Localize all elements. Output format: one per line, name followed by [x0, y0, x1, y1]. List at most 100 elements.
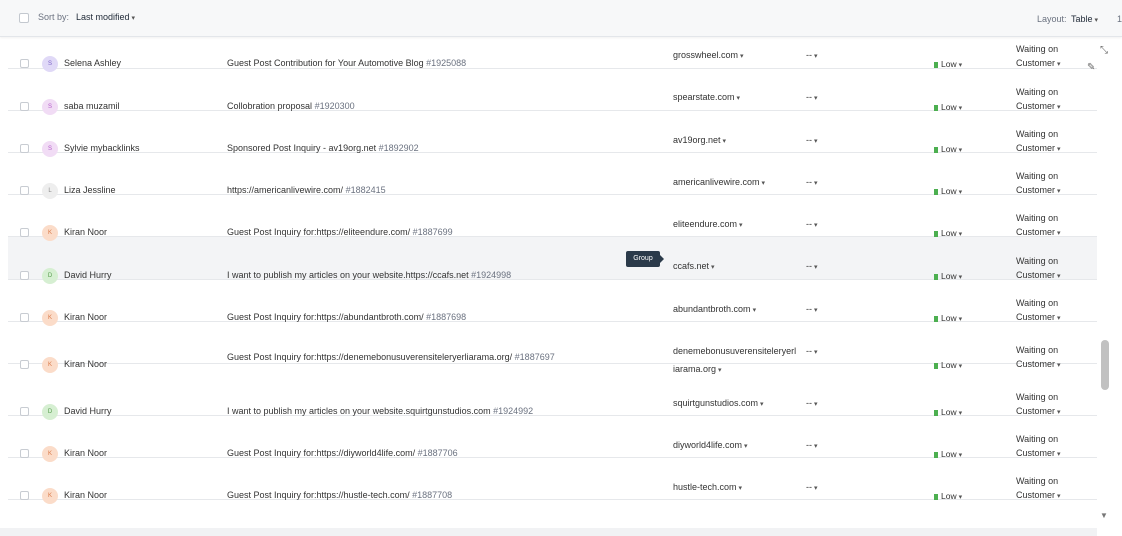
row-checkbox[interactable]: [20, 491, 29, 500]
ticket-subject[interactable]: Guest Post Contribution for Your Automot…: [227, 56, 607, 70]
domain-dropdown[interactable]: eliteendure.com ▾: [673, 215, 798, 235]
status-dropdown[interactable]: Waiting on Customer▾: [1016, 169, 1076, 199]
status-dropdown[interactable]: Waiting on Customer▾: [1016, 254, 1076, 284]
contact-name[interactable]: Kiran Noor: [64, 227, 107, 237]
priority-dropdown[interactable]: Low▾: [934, 360, 962, 370]
ticket-subject[interactable]: https://americanlivewire.com/ #1882415: [227, 183, 607, 197]
contact-name[interactable]: Selena Ashley: [64, 58, 121, 68]
contact-name[interactable]: saba muzamil: [64, 101, 120, 111]
priority-dropdown[interactable]: Low▾: [934, 186, 962, 196]
row-checkbox[interactable]: [20, 271, 29, 280]
ticket-id: #1887698: [426, 312, 467, 322]
contact-name[interactable]: Kiran Noor: [64, 490, 107, 500]
row-checkbox[interactable]: [20, 59, 29, 68]
ticket-id: #1924998: [471, 270, 512, 280]
priority-indicator-icon: [934, 146, 938, 153]
contact-name[interactable]: Kiran Noor: [64, 448, 107, 458]
chevron-down-icon: ▾: [739, 222, 743, 229]
domain-dropdown[interactable]: ccafs.net ▾: [673, 257, 798, 277]
assignee-dropdown[interactable]: --▾: [806, 261, 818, 271]
status-dropdown[interactable]: Waiting on Customer▾: [1016, 432, 1076, 462]
status-dropdown[interactable]: Waiting on Customer▾: [1016, 85, 1076, 115]
priority-dropdown[interactable]: Low▾: [934, 102, 962, 112]
contact-name[interactable]: Sylvie mybacklinks: [64, 143, 140, 153]
scroll-down-icon[interactable]: ▼: [1100, 511, 1108, 520]
sort-dropdown[interactable]: Last modified ▾: [76, 12, 135, 22]
assignee-dropdown[interactable]: --▾: [806, 135, 818, 145]
status-dropdown[interactable]: Waiting on Customer▾: [1016, 211, 1076, 241]
chevron-down-icon: ▾: [1057, 451, 1061, 458]
status-dropdown[interactable]: Waiting on Customer▾: [1016, 42, 1076, 72]
ticket-subject[interactable]: I want to publish my articles on your we…: [227, 268, 607, 282]
assignee-value: --: [806, 177, 812, 187]
edit-icon[interactable]: ✎: [1087, 62, 1095, 73]
domain-dropdown[interactable]: squirtgunstudios.com ▾: [673, 394, 798, 414]
status-dropdown[interactable]: Waiting on Customer▾: [1016, 296, 1076, 326]
ticket-subject[interactable]: I want to publish my articles on your we…: [227, 404, 607, 418]
status-line-1: Waiting on: [1016, 44, 1059, 54]
assignee-dropdown[interactable]: --▾: [806, 398, 818, 408]
chevron-down-icon: ▾: [958, 105, 963, 112]
priority-dropdown[interactable]: Low▾: [934, 491, 962, 501]
table-row[interactable]: K Kiran Noor Guest Post Inquiry for:https:…: [8, 476, 1097, 530]
contact-name[interactable]: Kiran Noor: [64, 359, 107, 369]
domain-dropdown[interactable]: americanlivewire.com ▾: [673, 173, 798, 193]
assignee-dropdown[interactable]: --▾: [806, 346, 818, 356]
domain-dropdown[interactable]: hustle-tech.com ▾: [673, 478, 798, 498]
priority-dropdown[interactable]: Low▾: [934, 407, 962, 417]
priority-dropdown[interactable]: Low▾: [934, 144, 962, 154]
row-checkbox[interactable]: [20, 407, 29, 416]
ticket-subject[interactable]: Guest Post Inquiry for:https://eliteendu…: [227, 225, 607, 239]
domain-dropdown[interactable]: abundantbroth.com ▾: [673, 300, 798, 320]
row-checkbox[interactable]: [20, 360, 29, 369]
status-dropdown[interactable]: Waiting on Customer▾: [1016, 343, 1076, 373]
select-all-checkbox[interactable]: [19, 13, 29, 23]
assignee-dropdown[interactable]: --▾: [806, 219, 818, 229]
priority-dropdown[interactable]: Low▾: [934, 59, 962, 69]
assignee-value: --: [806, 219, 812, 229]
priority-dropdown[interactable]: Low▾: [934, 271, 962, 281]
contact-name[interactable]: David Hurry: [64, 270, 112, 280]
subject-text: Sponsored Post Inquiry - av19org.net: [227, 143, 377, 153]
row-checkbox[interactable]: [20, 186, 29, 195]
chevron-down-icon: ▾: [814, 53, 818, 60]
vertical-scrollbar[interactable]: ▼: [1099, 37, 1111, 536]
domain-dropdown[interactable]: av19org.net ▾: [673, 131, 798, 151]
status-dropdown[interactable]: Waiting on Customer▾: [1016, 127, 1076, 157]
priority-dropdown[interactable]: Low▾: [934, 313, 962, 323]
ticket-subject[interactable]: Guest Post Inquiry for:https://abundantb…: [227, 310, 607, 324]
contact-name[interactable]: Liza Jessline: [64, 185, 116, 195]
chevron-down-icon: ▾: [814, 401, 818, 408]
row-checkbox[interactable]: [20, 102, 29, 111]
domain-dropdown[interactable]: denemebonusuverensiteleryerliarama.org ▾: [673, 342, 798, 380]
row-checkbox[interactable]: [20, 313, 29, 322]
domain-dropdown[interactable]: diyworld4life.com ▾: [673, 436, 798, 456]
domain-dropdown[interactable]: spearstate.com ▾: [673, 88, 798, 108]
assignee-dropdown[interactable]: --▾: [806, 50, 818, 60]
assignee-dropdown[interactable]: --▾: [806, 482, 818, 492]
assignee-dropdown[interactable]: --▾: [806, 304, 818, 314]
assignee-dropdown[interactable]: --▾: [806, 92, 818, 102]
priority-indicator-icon: [934, 188, 938, 195]
domain-dropdown[interactable]: grosswheel.com ▾: [673, 46, 798, 66]
status-line-1: Waiting on: [1016, 87, 1059, 97]
priority-dropdown[interactable]: Low▾: [934, 449, 962, 459]
ticket-subject[interactable]: Guest Post Inquiry for:https://hustle-te…: [227, 488, 607, 502]
scrollbar-thumb[interactable]: [1101, 340, 1109, 390]
contact-name[interactable]: David Hurry: [64, 406, 112, 416]
ticket-subject[interactable]: Collobration proposal #1920300: [227, 99, 607, 113]
contact-name[interactable]: Kiran Noor: [64, 312, 107, 322]
row-checkbox[interactable]: [20, 449, 29, 458]
ticket-subject[interactable]: Sponsored Post Inquiry - av19org.net #18…: [227, 141, 607, 155]
priority-dropdown[interactable]: Low▾: [934, 228, 962, 238]
ticket-subject[interactable]: Guest Post Inquiry for:https://diyworld4…: [227, 446, 607, 460]
status-dropdown[interactable]: Waiting on Customer▾: [1016, 390, 1076, 420]
row-checkbox[interactable]: [20, 228, 29, 237]
expand-icon[interactable]: ⤡: [1100, 45, 1108, 56]
ticket-subject[interactable]: Guest Post Inquiry for:https://denemebon…: [227, 350, 607, 364]
status-dropdown[interactable]: Waiting on Customer▾: [1016, 474, 1076, 504]
assignee-dropdown[interactable]: --▾: [806, 440, 818, 450]
row-checkbox[interactable]: [20, 144, 29, 153]
assignee-dropdown[interactable]: --▾: [806, 177, 818, 187]
layout-dropdown[interactable]: Table ▾: [1071, 14, 1098, 24]
